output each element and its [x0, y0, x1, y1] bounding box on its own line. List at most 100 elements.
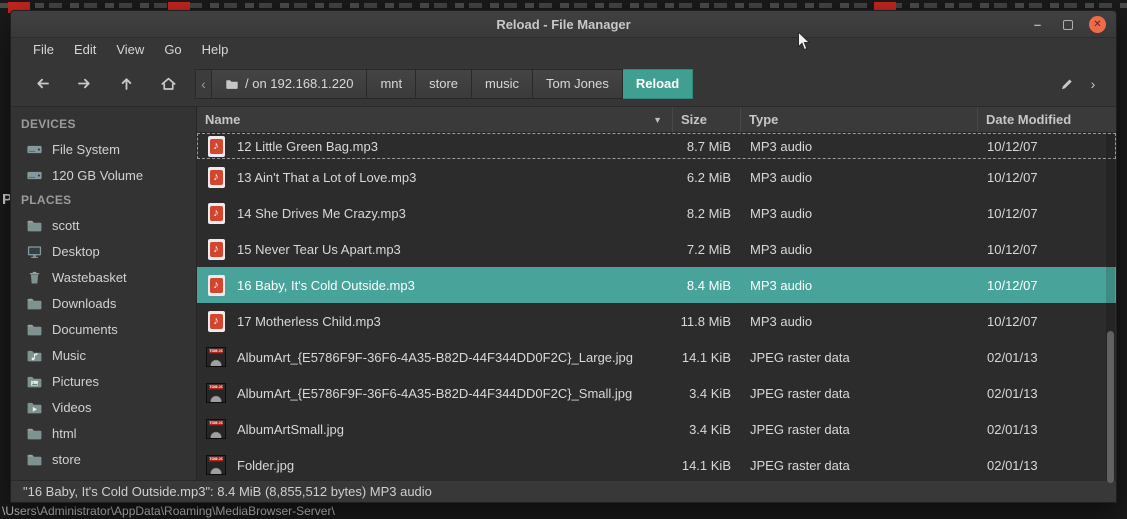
toolbar: ‹ / on 192.168.1.220 mnt store music Tom… [11, 61, 1116, 107]
menu-view[interactable]: View [106, 38, 154, 61]
audio-file-icon: ♪ [205, 166, 227, 188]
sidebar-item-desktop[interactable]: Desktop [11, 238, 196, 264]
breadcrumb-store[interactable]: store [416, 68, 473, 99]
file-row[interactable]: ♪ 13 Ain't That a Lot of Love.mp3 6.2 MiB… [197, 159, 1116, 195]
file-row[interactable]: TOM JONES AlbumArtSmall.jpg 3.4 KiB JPEG … [197, 411, 1116, 447]
file-row[interactable]: TOM JONES AlbumArt_{E5786F9F-36F6-4A35-B8… [197, 375, 1116, 411]
sidebar-item-nas2[interactable]: NAS2 [11, 472, 196, 481]
close-button[interactable]: ✕ [1089, 16, 1106, 33]
file-manager-window: Reload - File Manager – ✕ File Edit View… [10, 10, 1117, 503]
sidebar-item-music[interactable]: Music [11, 342, 196, 368]
folder-icon [26, 217, 43, 234]
desktop-icon [26, 243, 43, 260]
file-row[interactable]: TOM JONES Folder.jpg 14.1 KiB JPEG raster… [197, 447, 1116, 480]
sidebar-section-devices: DEVICES [21, 117, 76, 131]
sidebar-item-wastebasket[interactable]: Wastebasket [11, 264, 196, 290]
column-header-name[interactable]: Name ▼ [197, 107, 673, 132]
forward-button[interactable] [63, 68, 105, 100]
file-row[interactable]: TOM JONES AlbumArt_{E5786F9F-36F6-4A35-B8… [197, 339, 1116, 375]
sidebar-item-downloads[interactable]: Downloads [11, 290, 196, 316]
column-header-row: Name ▼ Size Type Date Modified [197, 107, 1116, 133]
menu-help[interactable]: Help [192, 38, 239, 61]
sidebar-item-store[interactable]: store [11, 446, 196, 472]
file-size: 7.2 MiB [686, 241, 731, 257]
home-icon [160, 75, 177, 92]
vertical-scrollbar[interactable] [1106, 134, 1115, 483]
file-date: 02/01/13 [987, 421, 1038, 437]
home-button[interactable] [147, 68, 189, 100]
sidebar-item-label: File System [52, 141, 120, 157]
sidebar-item-videos[interactable]: Videos [11, 394, 196, 420]
file-type: MP3 audio [750, 241, 813, 257]
file-size: 14.1 KiB [681, 457, 731, 473]
music-folder-icon [26, 347, 43, 364]
sidebar-item-file-system[interactable]: File System [11, 136, 196, 162]
file-size: 6.2 MiB [686, 169, 731, 185]
status-text: "16 Baby, It's Cold Outside.mp3": 8.4 Mi… [23, 484, 432, 499]
column-header-size[interactable]: Size [673, 107, 741, 132]
menu-edit[interactable]: Edit [64, 38, 106, 61]
audio-file-icon: ♪ [205, 274, 227, 296]
breadcrumb-tom-jones[interactable]: Tom Jones [532, 68, 623, 99]
edit-path-button[interactable] [1054, 69, 1080, 99]
file-date: 02/01/13 [987, 349, 1038, 365]
file-size: 8.2 MiB [686, 205, 731, 221]
menu-file[interactable]: File [23, 38, 64, 61]
video-folder-icon [26, 399, 43, 416]
image-folder-icon [26, 373, 43, 390]
file-date: 10/12/07 [987, 169, 1038, 185]
file-name: Folder.jpg [237, 457, 295, 473]
sidebar-item-label: store [52, 451, 81, 467]
title-bar[interactable]: Reload - File Manager – ✕ [11, 11, 1116, 38]
pathbar-scroll-left-button[interactable]: ‹ [195, 68, 212, 99]
sidebar-item-scott[interactable]: scott [11, 212, 196, 238]
sidebar-item-label: Documents [52, 321, 118, 337]
up-arrow-icon [118, 75, 135, 92]
scrollbar-thumb[interactable] [1107, 331, 1114, 483]
folder-icon [26, 425, 43, 442]
sidebar-item-label: Pictures [52, 373, 99, 389]
audio-file-icon: ♪ [205, 238, 227, 260]
file-row[interactable]: ♪ 12 Little Green Bag.mp3 8.7 MiB MP3 aud… [197, 133, 1116, 159]
sidebar-item-label: Videos [52, 399, 92, 415]
status-bar: "16 Baby, It's Cold Outside.mp3": 8.4 Mi… [11, 480, 1116, 502]
maximize-button[interactable] [1059, 16, 1076, 33]
file-name: 14 She Drives Me Crazy.mp3 [237, 205, 406, 221]
album-art-thumbnail-icon: TOM JONES [205, 383, 227, 403]
album-art-thumbnail-icon: TOM JONES [205, 455, 227, 475]
file-name: 17 Motherless Child.mp3 [237, 313, 381, 329]
minimize-button[interactable]: – [1029, 16, 1046, 33]
sort-descending-icon: ▼ [653, 114, 662, 125]
drive-icon [26, 141, 43, 158]
column-header-type[interactable]: Type [741, 107, 978, 132]
up-button[interactable] [105, 68, 147, 100]
menu-go[interactable]: Go [154, 38, 191, 61]
file-date: 02/01/13 [987, 457, 1038, 473]
breadcrumb-music[interactable]: music [472, 68, 533, 99]
folder-icon [26, 451, 43, 468]
file-size: 3.4 KiB [689, 421, 731, 437]
column-header-date-modified[interactable]: Date Modified [978, 107, 1116, 132]
file-row[interactable]: ♪ 17 Motherless Child.mp3 11.8 MiB MP3 au… [197, 303, 1116, 339]
sidebar-item-pictures[interactable]: Pictures [11, 368, 196, 394]
file-row-selected[interactable]: ♪ 16 Baby, It's Cold Outside.mp3 8.4 MiB … [197, 267, 1116, 303]
sidebar-item-120gb-volume[interactable]: 120 GB Volume [11, 162, 196, 188]
folder-icon [225, 77, 239, 91]
file-name: 13 Ain't That a Lot of Love.mp3 [237, 169, 417, 185]
file-row[interactable]: ♪ 14 She Drives Me Crazy.mp3 8.2 MiB MP3 … [197, 195, 1116, 231]
back-button[interactable] [21, 68, 63, 100]
menu-bar: File Edit View Go Help [11, 38, 1116, 61]
pathbar-scroll-right-button[interactable]: › [1080, 69, 1106, 99]
file-size: 8.4 MiB [686, 277, 731, 293]
back-arrow-icon [34, 75, 51, 92]
sidebar-item-html[interactable]: html [11, 420, 196, 446]
breadcrumb-reload-current[interactable]: Reload [622, 68, 694, 99]
breadcrumb-mnt[interactable]: mnt [367, 68, 417, 99]
sidebar-item-documents[interactable]: Documents [11, 316, 196, 342]
breadcrumb-root[interactable]: / on 192.168.1.220 [212, 68, 368, 99]
mouse-cursor [798, 31, 811, 51]
sidebar-item-label: 120 GB Volume [52, 167, 144, 183]
file-date: 10/12/07 [987, 138, 1038, 154]
drive-icon [26, 167, 43, 184]
file-row[interactable]: ♪ 15 Never Tear Us Apart.mp3 7.2 MiB MP3 … [197, 231, 1116, 267]
